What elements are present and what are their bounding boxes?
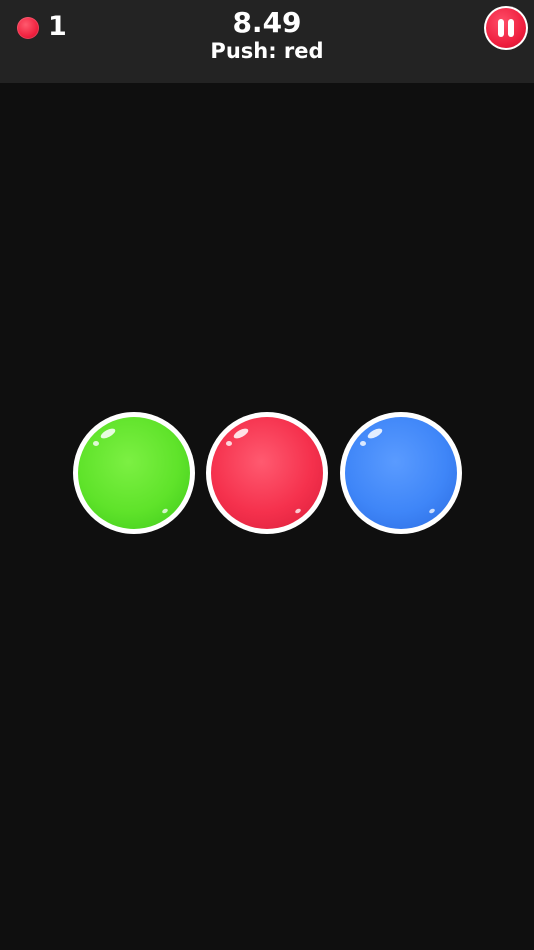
blue-bubble-button[interactable]	[340, 412, 462, 534]
game-screen: 1 8.49 Push: red	[0, 0, 534, 950]
top-bar: 1 8.49 Push: red	[0, 0, 534, 83]
pause-bar-right	[508, 19, 514, 37]
pause-bar-left	[498, 19, 504, 37]
instruction-text: Push: red	[210, 39, 324, 63]
green-bubble-button[interactable]	[73, 412, 195, 534]
green-bubble-core	[78, 417, 190, 529]
blue-bubble-core	[345, 417, 457, 529]
pause-button[interactable]	[484, 6, 528, 50]
red-bubble-button[interactable]	[206, 412, 328, 534]
timer-display: 8.49	[232, 6, 302, 39]
pause-icon	[486, 8, 526, 48]
red-bubble-core	[211, 417, 323, 529]
